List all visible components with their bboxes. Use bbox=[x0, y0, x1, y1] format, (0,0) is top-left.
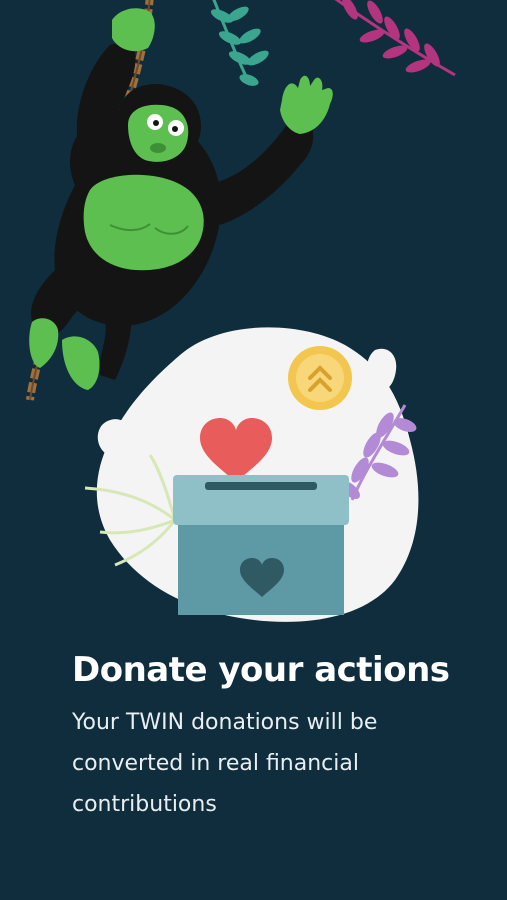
leaf-branch-teal-icon bbox=[210, 0, 269, 86]
page-title: Donate your actions bbox=[72, 650, 450, 690]
coin-icon bbox=[288, 346, 352, 410]
donation-box-icon bbox=[173, 475, 349, 615]
leaf-branch-magenta-icon bbox=[334, 0, 456, 77]
onboarding-text: Donate your actions Your TWIN donations … bbox=[72, 648, 472, 825]
page-description: Your TWIN donations will be converted in… bbox=[72, 710, 378, 817]
onboarding-illustration bbox=[26, 0, 456, 622]
